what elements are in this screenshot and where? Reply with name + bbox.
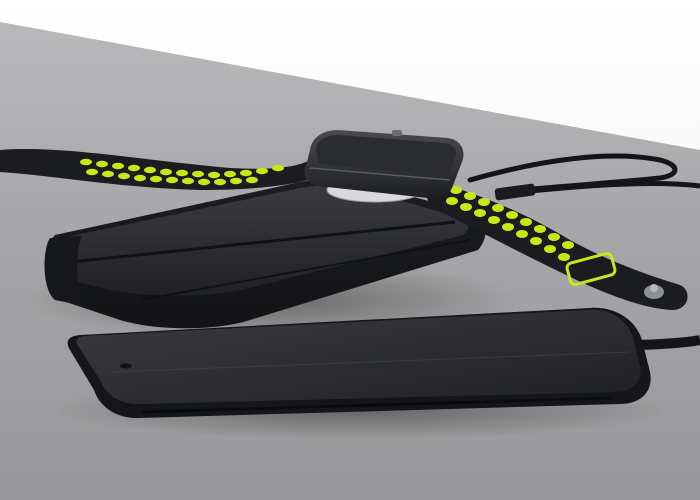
product-photo [0,0,700,500]
photo-scene [0,0,700,500]
